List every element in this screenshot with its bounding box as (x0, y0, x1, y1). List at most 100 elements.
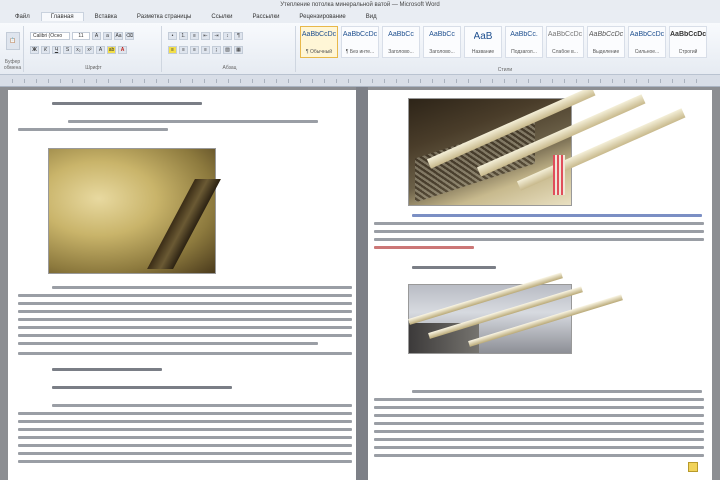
text-line (374, 230, 704, 233)
align-right-icon[interactable]: ≡ (190, 46, 199, 54)
text-line (52, 386, 232, 389)
paragraph-group-label: Абзац (222, 65, 237, 71)
text-line (412, 266, 496, 269)
clipboard-group-label: Буфер обмена (3, 59, 22, 71)
tab-references[interactable]: Ссылки (202, 13, 241, 21)
window-title: Утепление потолка минеральной ватой — Mi… (280, 2, 440, 8)
font-group: Calibri (Осно 11 A a Aa ⌫ Ж К Ч S x₂ x² … (26, 26, 162, 72)
text-line (374, 398, 704, 401)
text-line (374, 238, 704, 241)
ribbon: 📋 Буфер обмена Calibri (Осно 11 A a Aa ⌫… (0, 23, 720, 75)
window-titlebar: Утепление потолка минеральной ватой — Mi… (0, 0, 720, 10)
text-line (52, 286, 352, 289)
document-page-right[interactable] (368, 90, 712, 480)
decrease-indent-icon[interactable]: ⇤ (201, 32, 210, 40)
font-size-select[interactable]: 11 (72, 32, 90, 40)
text-line (18, 412, 352, 415)
text-line (18, 318, 352, 321)
text-line (52, 404, 352, 407)
text-line (374, 246, 474, 249)
insulation-photo-3[interactable] (408, 272, 623, 354)
style-no-spacing[interactable]: AaBbCcDc ¶ Без инте... (341, 26, 379, 58)
document-page-left[interactable] (8, 90, 356, 480)
multilevel-list-icon[interactable]: ≡ (190, 32, 199, 40)
align-left-icon[interactable]: ≡ (168, 46, 177, 54)
text-line (374, 438, 704, 441)
text-line (18, 444, 352, 447)
styles-gallery: AaBbCcDc ¶ Обычный AaBbCcDc ¶ Без инте... … (300, 26, 710, 72)
font-color-icon[interactable]: A (118, 46, 127, 54)
text-line (18, 342, 318, 345)
strikethrough-icon[interactable]: S (63, 46, 72, 54)
sort-icon[interactable]: ↕ (223, 32, 232, 40)
text-line (18, 436, 352, 439)
text-line (18, 452, 352, 455)
tab-mailings[interactable]: Рассылки (243, 13, 288, 21)
text-line (18, 326, 352, 329)
text-line (374, 406, 704, 409)
shrink-font-icon[interactable]: a (103, 32, 112, 40)
tab-review[interactable]: Рецензирование (290, 13, 354, 21)
text-line (412, 214, 702, 217)
bullets-icon[interactable]: • (168, 32, 177, 40)
tab-home[interactable]: Главная (40, 12, 84, 21)
tab-view[interactable]: Вид (357, 13, 386, 21)
text-line (18, 460, 352, 463)
style-subtle-emphasis[interactable]: AaBbCcDc Слабое в... (546, 26, 584, 58)
font-group-label: Шрифт (85, 65, 102, 71)
text-line (374, 454, 704, 457)
text-line (374, 430, 704, 433)
style-strong[interactable]: AaBbCcDc Строгий (669, 26, 707, 58)
insulation-photo-2[interactable] (408, 90, 686, 206)
style-intense-emphasis[interactable]: AaBbCcDc Сильное... (628, 26, 666, 58)
font-name-select[interactable]: Calibri (Осно (30, 32, 70, 40)
italic-icon[interactable]: К (41, 46, 50, 54)
numbering-icon[interactable]: 1. (179, 32, 188, 40)
highlight-icon[interactable]: ab (107, 46, 116, 54)
shading-icon[interactable]: ▨ (223, 46, 232, 54)
style-subtitle[interactable]: AaBbCc. Подзагол... (505, 26, 543, 58)
text-line (18, 334, 352, 337)
styles-group-label: Стили (497, 67, 513, 73)
change-case-icon[interactable]: Aa (114, 32, 123, 40)
borders-icon[interactable]: ▦ (234, 46, 243, 54)
text-line (18, 428, 352, 431)
align-center-icon[interactable]: ≡ (179, 46, 188, 54)
text-line (18, 420, 352, 423)
underline-icon[interactable]: Ч (52, 46, 61, 54)
paste-options-icon[interactable] (688, 462, 698, 472)
text-line (52, 368, 162, 371)
text-line (18, 310, 352, 313)
horizontal-ruler[interactable] (0, 75, 720, 87)
text-line (18, 302, 352, 305)
increase-indent-icon[interactable]: ⇥ (212, 32, 221, 40)
ruler-ticks (12, 79, 708, 83)
ribbon-tabs: Файл Главная Вставка Разметка страницы С… (0, 10, 720, 23)
pilcrow-icon[interactable]: ¶ (234, 32, 243, 40)
text-effects-icon[interactable]: A (96, 46, 105, 54)
paragraph-group: • 1. ≡ ⇤ ⇥ ↕ ¶ ≡ ≡ ≡ ≡ ↨ ▨ ▦ Абзац (164, 26, 296, 72)
tab-insert[interactable]: Вставка (86, 13, 126, 21)
text-line (68, 120, 318, 123)
subscript-icon[interactable]: x₂ (74, 46, 83, 54)
superscript-icon[interactable]: x² (85, 46, 94, 54)
text-line (18, 294, 352, 297)
style-heading-2[interactable]: AaBbCc Заголово... (423, 26, 461, 58)
style-normal[interactable]: AaBbCcDc ¶ Обычный (300, 26, 338, 58)
tab-page-layout[interactable]: Разметка страницы (128, 13, 200, 21)
style-emphasis[interactable]: AaBbCcDc Выделение (587, 26, 625, 58)
clear-format-icon[interactable]: ⌫ (125, 32, 134, 40)
style-title[interactable]: AaB Название (464, 26, 502, 58)
line-spacing-icon[interactable]: ↨ (212, 46, 221, 54)
text-line (374, 446, 704, 449)
text-line (374, 222, 704, 225)
tab-file[interactable]: Файл (6, 13, 39, 21)
style-heading-1[interactable]: AaBbCc Заголово... (382, 26, 420, 58)
text-line (412, 390, 702, 393)
text-line (374, 422, 704, 425)
bold-icon[interactable]: Ж (30, 46, 39, 54)
insulation-photo-1[interactable] (48, 148, 221, 274)
grow-font-icon[interactable]: A (92, 32, 101, 40)
paste-icon[interactable]: 📋 (6, 32, 20, 50)
justify-icon[interactable]: ≡ (201, 46, 210, 54)
